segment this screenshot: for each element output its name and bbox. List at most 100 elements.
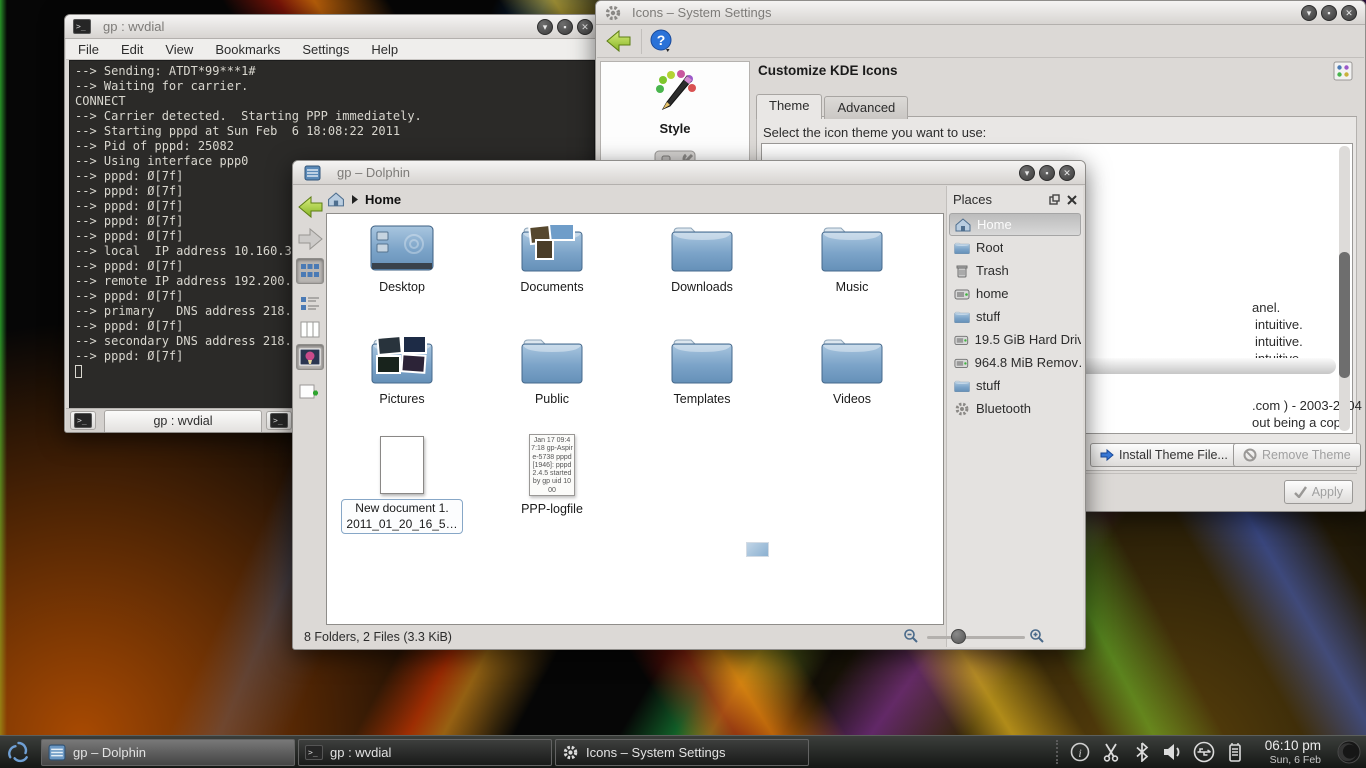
thumbnail-artifact bbox=[746, 542, 769, 557]
folder-icon bbox=[954, 310, 970, 324]
split-view-button[interactable] bbox=[296, 380, 324, 406]
task-dolphin[interactable]: gp – Dolphin bbox=[41, 739, 295, 766]
menu-file[interactable]: File bbox=[78, 42, 99, 57]
remove-theme-button[interactable]: Remove Theme bbox=[1233, 443, 1361, 467]
install-theme-button[interactable]: Install Theme File... bbox=[1090, 443, 1238, 467]
folder-icon bbox=[820, 334, 884, 386]
zoom-in-icon[interactable] bbox=[1029, 628, 1045, 644]
place-removable-drive[interactable]: 964.8 MiB Remov… bbox=[949, 351, 1081, 374]
new-tab-button[interactable]: >_ bbox=[70, 411, 96, 430]
konsole-menubar: File Edit View Bookmarks Settings Help bbox=[66, 39, 598, 60]
folder-item[interactable]: Templates bbox=[637, 334, 767, 406]
file-item[interactable]: Jan 17 09:47:18 gp-Aspire-5738 pppd[1946… bbox=[487, 434, 617, 516]
folder-item[interactable]: Desktop bbox=[337, 222, 467, 294]
minimize-icon[interactable]: ▾ bbox=[537, 19, 553, 35]
clock[interactable]: 06:10 pm Sun, 6 Feb bbox=[1265, 738, 1321, 766]
apply-button[interactable]: Apply bbox=[1284, 480, 1353, 504]
menu-bookmarks[interactable]: Bookmarks bbox=[215, 42, 280, 57]
folder-icon bbox=[670, 334, 734, 386]
tab-advanced[interactable]: Advanced bbox=[824, 96, 908, 119]
info-icon[interactable]: i bbox=[1069, 741, 1091, 763]
place-root[interactable]: Root bbox=[949, 236, 1081, 259]
dolphin-titlebar[interactable]: gp – Dolphin ▾ ▪ ✕ bbox=[293, 161, 1085, 185]
split-plus-icon bbox=[299, 384, 321, 402]
home-icon bbox=[955, 217, 971, 233]
scrollbar[interactable] bbox=[1339, 146, 1350, 431]
place-stuff[interactable]: stuff bbox=[949, 305, 1081, 328]
place-bluetooth[interactable]: Bluetooth bbox=[949, 397, 1081, 420]
back-button[interactable] bbox=[296, 194, 324, 220]
volume-icon[interactable] bbox=[1162, 741, 1184, 763]
place-trash[interactable]: Trash bbox=[949, 259, 1081, 282]
device-notifier-icon[interactable] bbox=[1193, 741, 1215, 763]
close-panel-icon[interactable] bbox=[1067, 195, 1077, 205]
minimize-icon[interactable]: ▾ bbox=[1019, 165, 1035, 181]
install-arrow-icon bbox=[1100, 448, 1114, 462]
close-icon[interactable]: ✕ bbox=[577, 19, 593, 35]
bluetooth-icon[interactable] bbox=[1131, 741, 1153, 763]
help-icon[interactable]: ? bbox=[649, 29, 673, 53]
folder-item[interactable]: Documents bbox=[487, 222, 617, 294]
menu-view[interactable]: View bbox=[165, 42, 193, 57]
desktop-folder-icon bbox=[370, 222, 434, 274]
folder-item[interactable]: Public bbox=[487, 334, 617, 406]
file-item-selected[interactable]: New document 1. 2011_01_20_16_5… bbox=[337, 436, 467, 534]
preview-button[interactable] bbox=[296, 344, 324, 370]
overview-grid-icon[interactable] bbox=[1333, 61, 1353, 81]
folder-item[interactable]: Videos bbox=[787, 334, 917, 406]
close-icon[interactable]: ✕ bbox=[1341, 5, 1357, 21]
konsole-titlebar[interactable]: >_ gp : wvdial ▾ ▪ ✕ bbox=[65, 15, 599, 39]
tab-list-button[interactable]: >_ bbox=[266, 411, 292, 430]
sidebar-item-style[interactable]: Style bbox=[601, 62, 749, 136]
scrollbar-thumb[interactable] bbox=[1339, 252, 1350, 378]
details-view-icon bbox=[300, 295, 320, 312]
system-tray: i 06:10 pm Sun, 6 Feb bbox=[1054, 738, 1366, 766]
breadcrumb-home[interactable]: Home bbox=[365, 192, 401, 207]
konsole-tab[interactable]: gp : wvdial bbox=[104, 410, 262, 432]
preview-icon bbox=[299, 348, 321, 366]
zoom-slider[interactable] bbox=[927, 632, 1025, 642]
place-home[interactable]: Home bbox=[949, 213, 1081, 236]
folder-item[interactable]: Pictures bbox=[337, 334, 467, 406]
clock-date: Sun, 6 Feb bbox=[1265, 754, 1321, 766]
settings-titlebar[interactable]: Icons – System Settings ▾ ▪ ✕ bbox=[596, 1, 1365, 25]
columns-view-button[interactable] bbox=[296, 316, 324, 342]
icons-view-button[interactable] bbox=[296, 258, 324, 284]
place-home-partition[interactable]: home bbox=[949, 282, 1081, 305]
back-arrow-icon[interactable] bbox=[605, 29, 632, 53]
zoom-out-icon[interactable] bbox=[903, 628, 919, 644]
folder-icon bbox=[954, 241, 970, 255]
zoom-slider-handle[interactable] bbox=[951, 629, 966, 644]
menu-edit[interactable]: Edit bbox=[121, 42, 143, 57]
style-pencil-icon bbox=[651, 68, 699, 112]
app-launcher-icon[interactable] bbox=[5, 739, 32, 766]
minimize-icon[interactable]: ▾ bbox=[1301, 5, 1317, 21]
close-icon[interactable]: ✕ bbox=[1059, 165, 1075, 181]
battery-icon[interactable] bbox=[1224, 741, 1246, 763]
places-panel: Places Home Root Trash bbox=[946, 186, 1083, 647]
maximize-icon[interactable]: ▪ bbox=[1039, 165, 1055, 181]
details-view-button[interactable] bbox=[296, 290, 324, 316]
theme-prompt: Select the icon theme you want to use: bbox=[763, 125, 986, 140]
home-icon[interactable] bbox=[326, 191, 346, 208]
task-konsole[interactable]: >_ gp : wvdial bbox=[298, 739, 552, 766]
tab-theme[interactable]: Theme bbox=[756, 94, 822, 119]
task-system-settings[interactable]: Icons – System Settings bbox=[555, 739, 809, 766]
theme-list-text: anel. bbox=[1252, 300, 1280, 315]
maximize-icon[interactable]: ▪ bbox=[1321, 5, 1337, 21]
folder-item[interactable]: Music bbox=[787, 222, 917, 294]
place-stuff2[interactable]: stuff bbox=[949, 374, 1081, 397]
svg-text:i: i bbox=[1078, 746, 1081, 760]
forward-button[interactable] bbox=[296, 226, 324, 252]
desktop-screen: >_ gp : wvdial ▾ ▪ ✕ File Edit View Book… bbox=[0, 0, 1366, 768]
folder-item[interactable]: Downloads bbox=[637, 222, 767, 294]
place-hard-drive[interactable]: 19.5 GiB Hard Drive bbox=[949, 328, 1081, 351]
menu-settings[interactable]: Settings bbox=[302, 42, 349, 57]
float-panel-icon[interactable] bbox=[1049, 194, 1060, 205]
menu-help[interactable]: Help bbox=[371, 42, 398, 57]
panel-cashew-icon[interactable] bbox=[1336, 739, 1362, 765]
dolphin-file-view[interactable]: Desktop Documents Downloads Music Pictur… bbox=[326, 213, 944, 625]
maximize-icon[interactable]: ▪ bbox=[557, 19, 573, 35]
klipper-scissors-icon[interactable] bbox=[1100, 741, 1122, 763]
gear-icon bbox=[954, 401, 970, 417]
